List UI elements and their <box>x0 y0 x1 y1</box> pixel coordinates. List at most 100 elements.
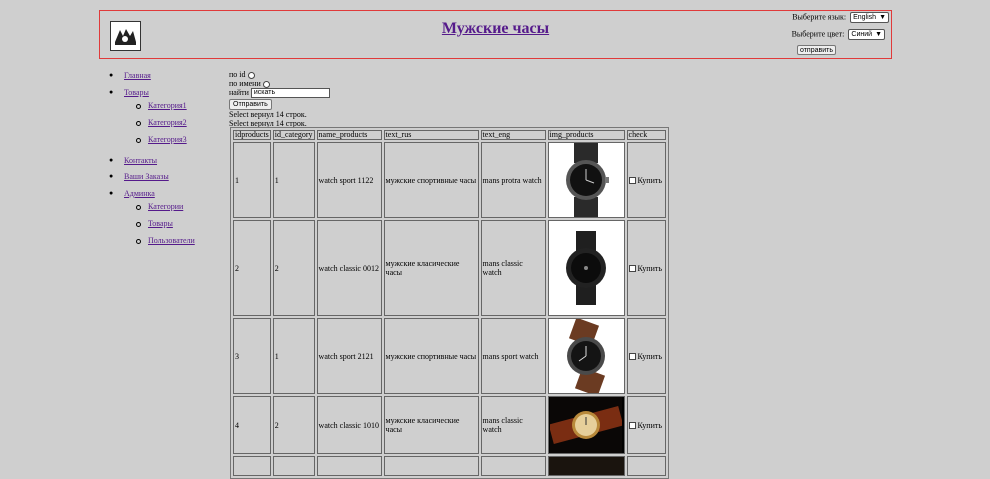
send-button[interactable]: Отправить <box>229 99 272 111</box>
product-image <box>547 142 625 218</box>
product-image <box>547 456 625 476</box>
settings-submit-button[interactable]: отправить <box>797 45 836 55</box>
buy-checkbox[interactable] <box>628 353 636 361</box>
cell-text-eng: mans protra watch <box>480 142 546 218</box>
column-header: id_category <box>272 130 315 140</box>
cell-category: 2 <box>272 396 315 454</box>
nav-item-orders[interactable]: Ваши Заказы <box>124 172 169 181</box>
cell-name <box>316 456 382 476</box>
column-header: text_rus <box>383 130 479 140</box>
circle-bullet-icon <box>136 222 141 227</box>
color-selector-row: Выберите цвет: Синий ▼ <box>792 29 885 40</box>
nav-item-admin-users[interactable]: Пользователи <box>148 236 195 245</box>
search-form: по id по имени найти искать Отправить Se… <box>229 70 330 128</box>
search-by-name-row: по имени <box>229 79 330 88</box>
column-header: check <box>626 130 666 140</box>
buy-label: Купить <box>637 175 662 185</box>
search-by-id-row: по id <box>229 70 330 79</box>
nav-item-admin-products[interactable]: Товары <box>148 219 173 228</box>
nav-item-category3[interactable]: Категория3 <box>148 135 187 144</box>
search-input[interactable]: искать <box>250 88 330 99</box>
find-label: найти <box>229 88 249 97</box>
watch-leather-strap-icon <box>550 319 623 393</box>
table-row <box>233 456 666 476</box>
buy-checkbox[interactable] <box>628 177 636 185</box>
column-header: text_eng <box>480 130 546 140</box>
table-header-row: idproducts id_category name_products tex… <box>233 130 666 140</box>
circle-bullet-icon <box>136 205 141 210</box>
cell-text-eng: mans classic watch <box>480 220 546 316</box>
table-row: 2 2 watch classic 0012 мужские класическ… <box>233 220 666 316</box>
nav-item-admin[interactable]: Админка <box>124 189 155 198</box>
cell-text-rus: мужские спортивные часы <box>383 318 479 394</box>
color-label: Выберите цвет: <box>791 29 845 39</box>
cell-id: 2 <box>233 220 271 316</box>
buy-checkbox[interactable] <box>628 422 636 430</box>
buy-checkbox[interactable] <box>628 265 636 273</box>
bullet-icon: ● <box>109 88 114 96</box>
circle-bullet-icon <box>136 121 141 126</box>
cell-check: Купить <box>626 142 666 218</box>
language-selector-row: Выберите язык: English ▼ <box>792 12 889 23</box>
cell-name: watch classic 1010 <box>316 396 382 454</box>
cell-text-rus <box>383 456 479 476</box>
cell-id: 3 <box>233 318 271 394</box>
language-select[interactable]: English ▼ <box>850 12 889 23</box>
product-image <box>547 318 625 394</box>
buy-label: Купить <box>637 351 662 361</box>
cell-check: Купить <box>626 396 666 454</box>
circle-bullet-icon <box>136 239 141 244</box>
bullet-icon: ● <box>109 172 114 180</box>
chevron-down-icon: ▼ <box>875 31 882 38</box>
product-image <box>547 220 625 316</box>
search-by-id-radio[interactable] <box>247 71 255 79</box>
cell-text-rus: мужские класические часы <box>383 396 479 454</box>
find-row: найти искать <box>229 88 330 99</box>
nav-item-home[interactable]: Главная <box>124 71 151 80</box>
nav-item-products[interactable]: Товары <box>124 88 149 97</box>
search-by-name-label: по имени <box>229 79 261 88</box>
bullet-icon: ● <box>109 71 114 79</box>
nav-item-contacts[interactable]: Контакты <box>124 156 157 165</box>
watch-black-round-icon <box>550 221 623 315</box>
cell-name: watch sport 2121 <box>316 318 382 394</box>
cell-check: Купить <box>626 220 666 316</box>
nav-item-category1[interactable]: Категория1 <box>148 101 187 110</box>
search-by-name-radio[interactable] <box>262 80 270 88</box>
table-row: 3 1 watch sport 2121 мужские спортивные … <box>233 318 666 394</box>
table-row: 1 1 watch sport 1122 мужские спортивные … <box>233 142 666 218</box>
nav-item-category2[interactable]: Категория2 <box>148 118 187 127</box>
cell-category <box>272 456 315 476</box>
circle-bullet-icon <box>136 138 141 143</box>
table-row: 4 2 watch classic 1010 мужские класическ… <box>233 396 666 454</box>
page-header: Мужские часы Выберите язык: English ▼ Выб… <box>99 10 892 59</box>
buy-label: Купить <box>637 420 662 430</box>
page-title[interactable]: Мужские часы <box>100 20 891 38</box>
bullet-icon: ● <box>109 189 114 197</box>
chevron-down-icon: ▼ <box>879 14 886 21</box>
color-select[interactable]: Синий ▼ <box>848 29 885 40</box>
product-image <box>547 396 625 454</box>
cell-text-eng: mans classic watch <box>480 396 546 454</box>
cell-id: 1 <box>233 142 271 218</box>
column-header: img_products <box>547 130 625 140</box>
cell-category: 1 <box>272 142 315 218</box>
column-header: idproducts <box>233 130 271 140</box>
cell-category: 1 <box>272 318 315 394</box>
watch-gold-vintage-icon <box>550 397 623 453</box>
cell-text-eng <box>480 456 546 476</box>
buy-label: Купить <box>637 263 662 273</box>
cell-category: 2 <box>272 220 315 316</box>
cell-text-eng: mans sport watch <box>480 318 546 394</box>
products-table: idproducts id_category name_products tex… <box>230 127 669 479</box>
search-by-id-label: по id <box>229 70 246 79</box>
cell-check <box>626 456 666 476</box>
nav-item-admin-categories[interactable]: Категории <box>148 202 183 211</box>
cell-text-rus: мужские класические часы <box>383 220 479 316</box>
cell-id <box>233 456 271 476</box>
bullet-icon: ● <box>109 156 114 164</box>
cell-id: 4 <box>233 396 271 454</box>
cell-check: Купить <box>626 318 666 394</box>
cell-name: watch sport 1122 <box>316 142 382 218</box>
result-message: Select вернул 14 строк. <box>229 110 307 120</box>
